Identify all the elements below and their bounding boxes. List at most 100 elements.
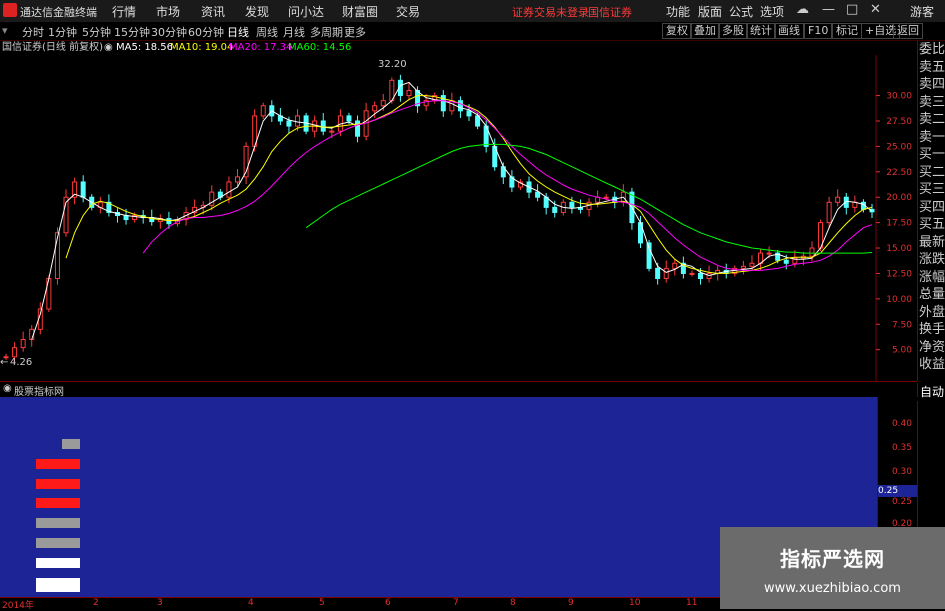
- y-tick-label: 25.00: [886, 142, 912, 152]
- side-item-11[interactable]: 最新: [918, 234, 945, 252]
- settings-icon[interactable]: ◉: [104, 41, 113, 55]
- auto-button[interactable]: 自动: [917, 383, 945, 401]
- side-item-13[interactable]: 涨幅: [918, 269, 945, 287]
- candle-body: [80, 181, 86, 198]
- watermark: 指标严选网 www.xuezhibiao.com: [720, 527, 945, 609]
- tool-duogu[interactable]: 多股: [718, 23, 748, 39]
- y-tick-label: 17.50: [886, 219, 912, 229]
- candle-body: [835, 196, 841, 203]
- period-week[interactable]: 周线: [256, 24, 278, 40]
- menu-wenxiaoda[interactable]: 问小达: [288, 3, 324, 20]
- dropdown-arrow-icon[interactable]: ▾: [2, 24, 8, 37]
- candle-body: [12, 347, 18, 358]
- period-60min[interactable]: 60分钟: [188, 24, 224, 40]
- candle-body: [663, 267, 669, 280]
- indicator-bar: [36, 538, 80, 548]
- side-item-6[interactable]: 买一: [918, 146, 945, 164]
- ma-line-ma10: [65, 95, 873, 274]
- side-item-15[interactable]: 外盘: [918, 304, 945, 322]
- indicator-settings-icon[interactable]: ◉: [3, 383, 12, 394]
- side-item-4[interactable]: 卖二: [918, 111, 945, 129]
- side-item-0[interactable]: 委比: [918, 41, 945, 59]
- cloud-icon[interactable]: ☁: [796, 2, 809, 17]
- period-15min[interactable]: 15分钟: [114, 24, 150, 40]
- period-30min[interactable]: 30分钟: [151, 24, 187, 40]
- candle-body: [672, 262, 678, 269]
- maximize-icon[interactable]: □: [846, 2, 858, 17]
- candle-body: [569, 201, 575, 208]
- side-item-7[interactable]: 买二: [918, 164, 945, 182]
- stock-title[interactable]: 国信证券(日线 前复权): [2, 41, 103, 55]
- menu-faxian[interactable]: 发现: [245, 3, 269, 20]
- side-item-14[interactable]: 总量: [918, 286, 945, 304]
- user-guest[interactable]: 游客: [910, 3, 934, 20]
- candle-body: [20, 339, 26, 349]
- side-item-10[interactable]: 买五: [918, 216, 945, 234]
- indicator-bar: [36, 479, 80, 489]
- side-item-3[interactable]: 卖三: [918, 94, 945, 112]
- menu-shichang[interactable]: 市场: [156, 3, 180, 20]
- tool-fuquan[interactable]: 复权: [662, 23, 692, 39]
- period-fenshi[interactable]: 分时: [22, 24, 44, 40]
- side-item-2[interactable]: 卖四: [918, 76, 945, 94]
- candle-body: [372, 105, 378, 112]
- candle-body: [235, 176, 241, 183]
- side-item-5[interactable]: 卖一: [918, 129, 945, 147]
- candle-body: [286, 120, 292, 127]
- menu-gongneng[interactable]: 功能: [666, 3, 690, 20]
- side-item-12[interactable]: 涨跌: [918, 251, 945, 269]
- candle-body: [826, 201, 832, 224]
- y-tick-label: 10.00: [886, 295, 912, 305]
- menu-jiaoyi[interactable]: 交易: [396, 3, 420, 20]
- tool-tongji[interactable]: 统计: [746, 23, 776, 39]
- x-tick-label: 3: [157, 598, 163, 608]
- side-item-18[interactable]: 收益: [918, 356, 945, 374]
- candle-body: [260, 105, 266, 117]
- tool-biaoji[interactable]: 标记: [832, 23, 862, 39]
- high-price-label: 32.20: [378, 59, 407, 70]
- period-multi[interactable]: 多周期: [310, 24, 343, 40]
- ma20-label: MA20: 17.34: [229, 42, 293, 53]
- ind-tick-025: 0.25: [891, 497, 912, 507]
- menu-banmian[interactable]: 版面: [698, 3, 722, 20]
- candle-body: [740, 265, 746, 269]
- side-item-17[interactable]: 净资: [918, 339, 945, 357]
- candle-body: [466, 110, 472, 117]
- candle-body: [295, 115, 301, 127]
- x-tick-label: 5: [319, 598, 325, 608]
- trade-login-warning[interactable]: 证券交易未登录: [512, 4, 589, 20]
- side-item-8[interactable]: 买三: [918, 181, 945, 199]
- period-month[interactable]: 月线: [283, 24, 305, 40]
- period-toolbar: ▾ 分时 1分钟 5分钟 15分钟 30分钟 60分钟 日线 周线 月线 多周期…: [0, 22, 945, 41]
- period-more[interactable]: 更多: [344, 24, 366, 40]
- menu-caifuquan[interactable]: 财富圈: [342, 3, 378, 20]
- price-chart[interactable]: 30.00 27.50 25.00 22.50 20.00 17.50 15.00 12.50…: [0, 55, 917, 381]
- side-item-9[interactable]: 买四: [918, 199, 945, 217]
- broker-name[interactable]: 国信证券: [588, 4, 632, 20]
- side-item-1[interactable]: 卖五: [918, 59, 945, 77]
- close-icon[interactable]: ✕: [870, 2, 881, 17]
- app-title: 通达信金融终端: [20, 6, 97, 19]
- time-axis: 2014年 2 3 4 5 6 7 8 9 10 11: [0, 597, 720, 611]
- tool-diejia[interactable]: 叠加: [690, 23, 720, 39]
- period-day[interactable]: 日线: [227, 24, 249, 40]
- indicator-title[interactable]: 股票指标网: [14, 383, 64, 398]
- indicator-bar: [36, 498, 80, 508]
- menu-hangqing[interactable]: 行情: [112, 3, 136, 20]
- candle-body: [552, 206, 558, 213]
- x-tick-label: 2: [93, 598, 99, 608]
- tool-huaxian[interactable]: 画线: [774, 23, 804, 39]
- minimize-icon[interactable]: —: [822, 2, 835, 17]
- candle-body: [457, 100, 463, 112]
- tool-f10[interactable]: F10: [804, 23, 833, 39]
- menu-zixun[interactable]: 资讯: [201, 3, 225, 20]
- period-1min[interactable]: 1分钟: [48, 24, 77, 40]
- tool-back[interactable]: 返回: [893, 23, 923, 39]
- indicator-bar: [36, 558, 80, 568]
- menu-xuanxiang[interactable]: 选项: [760, 3, 784, 20]
- menu-gongshi[interactable]: 公式: [729, 3, 753, 20]
- x-tick-label: 11: [686, 598, 698, 608]
- x-tick-label: 9: [568, 598, 574, 608]
- side-item-16[interactable]: 换手: [918, 321, 945, 339]
- period-5min[interactable]: 5分钟: [82, 24, 111, 40]
